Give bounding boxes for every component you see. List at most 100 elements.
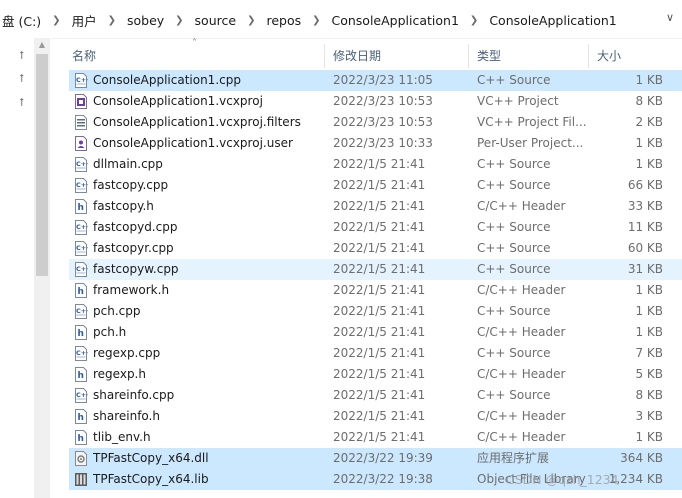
column-divider[interactable]	[468, 44, 469, 68]
cpp-icon: C++	[75, 346, 88, 361]
file-type: C/C++ Header	[477, 199, 566, 213]
header-icon: h	[75, 199, 87, 214]
breadcrumb-separator-icon[interactable]: ❯	[461, 15, 487, 26]
file-row[interactable]: h fastcopy.h 2022/1/5 21:41 C/C++ Header 33 …	[69, 196, 682, 217]
file-size: 1 KB	[635, 136, 663, 150]
file-type: C++ Source	[477, 73, 551, 87]
navigation-scrollbar[interactable]: ▲	[34, 38, 50, 498]
dll-icon	[75, 451, 87, 466]
file-type: C++ Source	[477, 304, 551, 318]
breadcrumb-separator-icon[interactable]: ❯	[166, 15, 192, 26]
column-divider[interactable]	[588, 44, 589, 68]
file-type: C++ Source	[477, 220, 551, 234]
breadcrumb-item[interactable]: ConsoleApplication1	[330, 13, 461, 28]
cpp-icon: C++	[75, 262, 88, 277]
file-date: 2022/3/23 10:53	[333, 115, 433, 129]
breadcrumb-separator-icon[interactable]: ❯	[99, 15, 125, 26]
cpp-icon: C++	[75, 241, 88, 256]
file-date: 2022/3/23 11:05	[333, 73, 433, 87]
address-dropdown-icon[interactable]: ∨	[666, 11, 674, 24]
file-row[interactable]: C++ fastcopyw.cpp 2022/1/5 21:41 C++ Source…	[69, 259, 682, 280]
file-type: C++ Source	[477, 346, 551, 360]
svg-text:C++: C++	[76, 160, 88, 168]
file-row[interactable]: h shareinfo.h 2022/1/5 21:41 C/C++ Header 3 …	[69, 406, 682, 427]
vcxproj-icon	[75, 94, 87, 109]
file-type: VC++ Project Fil...	[477, 115, 587, 129]
file-size: 1 KB	[635, 304, 663, 318]
svg-text:C++: C++	[76, 76, 88, 84]
file-type: C/C++ Header	[477, 283, 566, 297]
file-date: 2022/3/23 10:33	[333, 136, 433, 150]
file-name: ConsoleApplication1.vcxproj.filters	[93, 115, 301, 129]
file-name: shareinfo.h	[93, 409, 160, 423]
pin-icon[interactable]: ⭡	[19, 50, 31, 62]
file-date: 2022/1/5 21:41	[333, 304, 426, 318]
file-row[interactable]: h regexp.h 2022/1/5 21:41 C/C++ Header 5 KB	[69, 364, 682, 385]
file-name: dllmain.cpp	[93, 157, 163, 171]
svg-text:C++: C++	[76, 181, 88, 189]
column-header-name[interactable]: 名称	[72, 44, 322, 66]
file-date: 2022/1/5 21:41	[333, 388, 426, 402]
cpp-icon: C++	[75, 388, 88, 403]
column-divider[interactable]	[324, 44, 325, 68]
file-size: 1 KB	[635, 283, 663, 297]
file-size: 31 KB	[627, 262, 663, 276]
file-date: 2022/3/22 19:39	[333, 451, 433, 465]
pin-icon[interactable]: ⭡	[19, 73, 31, 85]
file-row[interactable]: C++ shareinfo.cpp 2022/1/5 21:41 C++ Source…	[69, 385, 682, 406]
file-type: C/C++ Header	[477, 325, 566, 339]
breadcrumb-separator-icon[interactable]: ❯	[303, 15, 329, 26]
pin-icon[interactable]: ⭡	[19, 97, 31, 109]
file-row[interactable]: C++ fastcopyd.cpp 2022/1/5 21:41 C++ Source…	[69, 217, 682, 238]
column-header-size[interactable]: 大小	[597, 44, 667, 66]
breadcrumb-item[interactable]: repos	[264, 13, 303, 28]
file-name: ConsoleApplication1.vcxproj	[93, 94, 263, 108]
file-date: 2022/1/5 21:41	[333, 367, 426, 381]
file-type: C/C++ Header	[477, 367, 566, 381]
breadcrumb-item[interactable]: 用户	[70, 11, 99, 30]
svg-text:h: h	[78, 329, 84, 339]
breadcrumb-separator-icon[interactable]: ❯	[238, 15, 264, 26]
svg-text:h: h	[78, 371, 84, 381]
scrollbar-thumb[interactable]	[36, 54, 48, 276]
cpp-icon: C++	[75, 73, 88, 88]
file-row[interactable]: h tlib_env.h 2022/1/5 21:41 C/C++ Header 1 K…	[69, 427, 682, 448]
cpp-icon: C++	[75, 157, 88, 172]
file-size: 7 KB	[635, 346, 663, 360]
file-size: 3 KB	[635, 409, 663, 423]
file-date: 2022/3/23 10:53	[333, 94, 433, 108]
file-date: 2022/1/5 21:41	[333, 430, 426, 444]
file-row[interactable]: ConsoleApplication1.vcxproj.filters 2022/…	[69, 112, 682, 133]
lib-icon	[75, 473, 87, 486]
file-row[interactable]: C++ ConsoleApplication1.cpp 2022/3/23 11:0…	[69, 70, 682, 91]
column-header-date[interactable]: 修改日期	[333, 44, 468, 66]
breadcrumb-item[interactable]: 盘 (C:)	[0, 11, 43, 30]
address-bar[interactable]: 盘 (C:) ❯ 用户 ❯ sobey ❯ source ❯ repos ❯ ConsoleAppl…	[0, 0, 682, 39]
file-row[interactable]: C++ dllmain.cpp 2022/1/5 21:41 C++ Source 1 …	[69, 154, 682, 175]
file-row[interactable]: h pch.h 2022/1/5 21:41 C/C++ Header 1 KB	[69, 322, 682, 343]
breadcrumb-item[interactable]: ConsoleApplication1	[487, 13, 618, 28]
file-size: 66 KB	[627, 178, 663, 192]
file-row[interactable]: C++ pch.cpp 2022/1/5 21:41 C++ Source 1 KB	[69, 301, 682, 322]
file-row[interactable]: C++ fastcopyr.cpp 2022/1/5 21:41 C++ Source…	[69, 238, 682, 259]
column-header-type[interactable]: 类型	[477, 44, 587, 66]
file-row[interactable]: ConsoleApplication1.vcxproj.user 2022/3/2…	[69, 133, 682, 154]
file-row[interactable]: C++ regexp.cpp 2022/1/5 21:41 C++ Source 7 K…	[69, 343, 682, 364]
file-row[interactable]: ConsoleApplication1.vcxproj 2022/3/23 10:…	[69, 91, 682, 112]
breadcrumb-separator-icon[interactable]: ❯	[43, 15, 69, 26]
file-name: fastcopyr.cpp	[93, 241, 174, 255]
file-row[interactable]: TPFastCopy_x64.dll 2022/3/22 19:39 应用程序扩展 3…	[69, 448, 682, 469]
file-date: 2022/1/5 21:41	[333, 241, 426, 255]
file-type: C++ Source	[477, 262, 551, 276]
user-proj-icon	[75, 136, 87, 151]
svg-text:C++: C++	[76, 349, 88, 357]
file-row[interactable]: C++ fastcopy.cpp 2022/1/5 21:41 C++ Source 6…	[69, 175, 682, 196]
scroll-up-icon[interactable]: ▲	[34, 38, 50, 52]
svg-text:h: h	[78, 434, 84, 444]
file-row[interactable]: h framework.h 2022/1/5 21:41 C/C++ Header 1 …	[69, 280, 682, 301]
filters-icon	[75, 115, 87, 130]
file-date: 2022/1/5 21:41	[333, 199, 426, 213]
file-name: shareinfo.cpp	[93, 388, 175, 402]
breadcrumb-item[interactable]: source	[193, 13, 239, 28]
breadcrumb-item[interactable]: sobey	[125, 13, 166, 28]
